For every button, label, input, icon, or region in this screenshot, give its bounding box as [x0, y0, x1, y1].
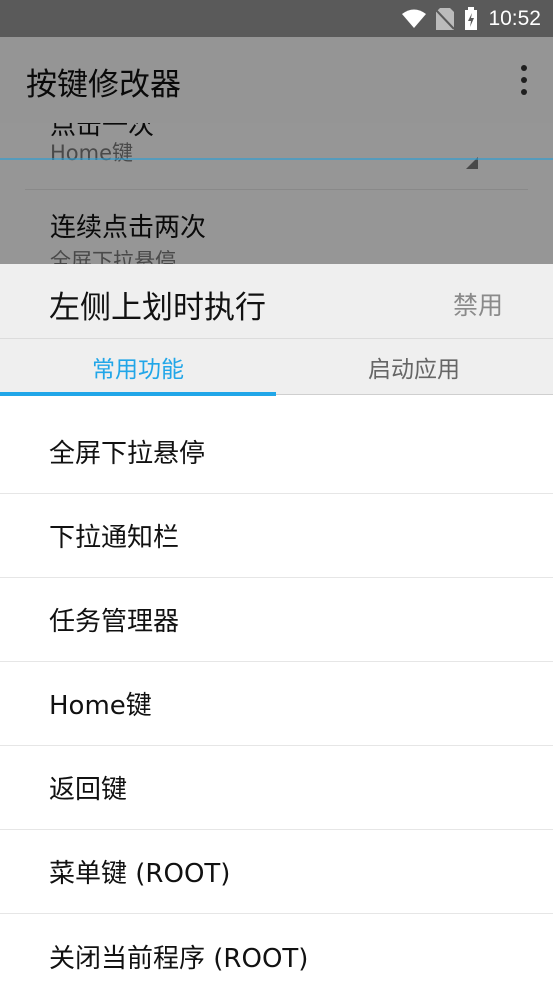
action-sheet: 左侧上划时执行 禁用 常用功能 启动应用 全屏下拉悬停 下拉通知栏 任务管理器 …: [0, 264, 553, 983]
list-item-label: 下拉通知栏: [49, 523, 180, 553]
list-item-pull-notification[interactable]: 下拉通知栏: [0, 494, 553, 578]
list-item-close-app[interactable]: 关闭当前程序 (ROOT): [0, 914, 553, 983]
sheet-title: 左侧上划时执行: [49, 290, 266, 326]
tab-common-functions[interactable]: 常用功能: [0, 339, 276, 396]
list-item-task-manager[interactable]: 任务管理器: [0, 578, 553, 662]
list-item-home-key[interactable]: Home键: [0, 662, 553, 746]
function-list: 全屏下拉悬停 下拉通知栏 任务管理器 Home键 返回键 菜单键 (ROOT) …: [0, 410, 553, 983]
battery-charging-icon: [465, 6, 478, 30]
list-item-fullscreen-pulldown[interactable]: 全屏下拉悬停: [0, 410, 553, 494]
list-item-label: Home键: [49, 691, 152, 721]
list-item-menu-key[interactable]: 菜单键 (ROOT): [0, 830, 553, 914]
list-item-label: 关闭当前程序 (ROOT): [49, 943, 309, 974]
list-item-label: 任务管理器: [49, 607, 180, 637]
list-item-label: 菜单键 (ROOT): [49, 859, 231, 889]
scrim[interactable]: [0, 37, 553, 264]
disable-button[interactable]: 禁用: [453, 286, 503, 322]
list-item-label: 全屏下拉悬停: [49, 439, 206, 469]
tab-bar: 常用功能 启动应用: [0, 338, 553, 396]
list-item-label: 返回键: [49, 775, 128, 805]
sheet-header: 左侧上划时执行 禁用: [0, 264, 553, 338]
wifi-icon: [402, 9, 427, 28]
list-item-back-key[interactable]: 返回键: [0, 746, 553, 830]
status-bar: 10:52: [0, 0, 553, 37]
no-sim-icon: [436, 7, 455, 30]
status-time: 10:52: [488, 6, 541, 30]
tab-launch-app[interactable]: 启动应用: [276, 339, 552, 395]
